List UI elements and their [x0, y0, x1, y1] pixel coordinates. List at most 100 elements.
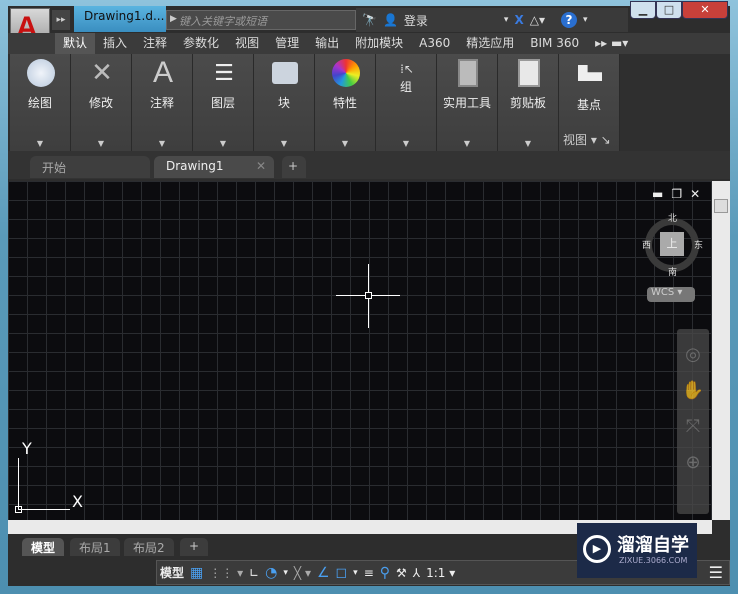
tab-featured-apps[interactable]: 精选应用	[458, 33, 522, 54]
user-icon: 👤	[382, 13, 398, 27]
login-dropdown-icon[interactable]: ▾	[504, 15, 509, 25]
object-snap-tracking-icon[interactable]: ∠	[317, 565, 330, 581]
help-dropdown-icon[interactable]: ▾	[583, 15, 588, 25]
ucs-x-axis	[18, 509, 70, 510]
panel-label: 组	[399, 80, 412, 94]
infocenter-toolbar: 🔭 👤 登录 ▾ X △▾ ? ▾	[356, 8, 628, 32]
close-button[interactable]: ✕	[682, 1, 728, 19]
panel-annotate[interactable]: A 注释 ▼	[132, 54, 193, 151]
tab-insert[interactable]: 插入	[95, 33, 135, 54]
tab-view[interactable]: 视图	[227, 33, 267, 54]
maximize-button[interactable]: □	[656, 1, 682, 19]
tab-default[interactable]: 默认	[55, 33, 96, 54]
object-snap-icon[interactable]: ◻	[336, 565, 348, 581]
compass-north[interactable]: 北	[668, 211, 677, 224]
panel-block[interactable]: 块 ▼	[254, 54, 315, 151]
customization-menu-icon[interactable]: ☰	[709, 563, 729, 582]
tab-a360[interactable]: A360	[411, 33, 458, 54]
chevron-down-icon[interactable]: ▼	[10, 139, 70, 148]
exchange-x-icon[interactable]: X	[514, 13, 523, 27]
tab-annotate[interactable]: 注释	[135, 33, 175, 54]
wcs-dropdown[interactable]: WCS ▾	[647, 287, 695, 302]
compass-east[interactable]: 东	[694, 238, 703, 251]
panel-label: 绘图	[27, 96, 52, 110]
search-input[interactable]: ▶ 键入关键字或短语	[166, 10, 356, 30]
a360-icon[interactable]: △▾	[530, 13, 545, 27]
watermark-url: ZIXUE.3066.COM	[619, 556, 688, 565]
annotation-scale-icon[interactable]: ⅄	[413, 566, 420, 580]
compass-south[interactable]: 南	[668, 265, 677, 278]
play-logo-icon: ▶	[583, 535, 611, 563]
help-icon[interactable]: ?	[560, 12, 577, 28]
new-layout-button[interactable]: +	[180, 538, 209, 556]
zoom-icon[interactable]: ⤧	[677, 409, 709, 445]
orbit-icon[interactable]: ⊕	[677, 445, 709, 481]
chevron-down-icon[interactable]: ▼	[376, 139, 436, 148]
more-tabs-icon[interactable]: ▸▸ ▬▾	[587, 33, 636, 54]
viewport-controls[interactable]: ▬❐✕	[652, 187, 708, 201]
panel-draw[interactable]: 绘图 ▼	[10, 54, 71, 151]
polar-tracking-icon[interactable]: ◔	[265, 565, 277, 581]
panel-properties[interactable]: 特性 ▼	[315, 54, 376, 151]
annotation-scale-dropdown[interactable]: 1:1 ▾	[426, 566, 455, 580]
annotation-visibility-icon[interactable]: ⚲	[380, 565, 390, 581]
panel-label: 注释	[149, 96, 174, 110]
document-title-tab[interactable]: Drawing1.d...	[74, 6, 166, 32]
tab-addins[interactable]: 附加模块	[347, 33, 411, 54]
layout-tab-layout1[interactable]: 布局1	[70, 538, 120, 556]
expand-arrow-icon: ▶	[170, 14, 177, 24]
tab-bim360[interactable]: BIM 360	[522, 33, 587, 54]
panel-clipboard[interactable]: 剪贴板 ▼	[498, 54, 559, 151]
viewcube-top-face[interactable]: 上	[660, 232, 684, 256]
tab-parametric[interactable]: 参数化	[175, 33, 227, 54]
chevron-down-icon[interactable]: ▼	[132, 139, 192, 148]
chevron-down-icon[interactable]: ▼	[498, 139, 558, 148]
panel-label: 块	[277, 96, 290, 110]
quick-access-expand-button[interactable]: ▸▸	[52, 10, 70, 30]
chevron-down-icon[interactable]: ▼	[437, 139, 497, 148]
ribbon-panels: 绘图 ▼ ✕ 修改 ▼ A 注释 ▼ ☰ 图层 ▼ 块 ▼ 特性 ▼ ⁞↖ 组 ▼ 实用工具 ▼ 剪贴板…	[8, 54, 730, 151]
close-tab-icon[interactable]: ✕	[256, 159, 266, 173]
chevron-down-icon[interactable]: ▼	[71, 139, 131, 148]
vertical-scrollbar[interactable]	[712, 181, 730, 520]
chevron-down-icon[interactable]: ▼	[315, 139, 375, 148]
panel-label: 基点	[576, 98, 601, 112]
panel-modify[interactable]: ✕ 修改 ▼	[71, 54, 132, 151]
chevron-down-icon[interactable]: ▼	[193, 139, 253, 148]
pickbox	[365, 292, 372, 299]
chevron-down-icon[interactable]: ▼	[254, 139, 314, 148]
scroll-thumb[interactable]	[714, 199, 728, 213]
search-placeholder: 键入关键字或短语	[179, 15, 267, 28]
panel-layers[interactable]: ☰ 图层 ▼	[193, 54, 254, 151]
compass-west[interactable]: 西	[642, 238, 651, 251]
pan-icon[interactable]: ✋	[677, 373, 709, 409]
view-panel-title[interactable]: 视图 ▾ ↘	[559, 131, 619, 148]
panel-view[interactable]: 基点视图 ▾ ↘	[559, 54, 620, 151]
layout-tab-model[interactable]: 模型	[22, 538, 65, 556]
snap-icon[interactable]: ⋮⋮ ▾	[209, 566, 243, 580]
layout-tab-layout2[interactable]: 布局2	[124, 538, 174, 556]
login-button[interactable]: 登录	[404, 12, 428, 29]
drawing-canvas[interactable]: Y X ▬❐✕ 上 北 南 东 西 WCS ▾ ◎ ✋ ⤧ ⊕	[8, 181, 712, 520]
draw-circle-icon	[26, 58, 56, 88]
panel-group[interactable]: ⁞↖ 组 ▼	[376, 54, 437, 151]
steering-wheel-icon[interactable]: ◎	[677, 337, 709, 373]
panel-label: 实用工具	[442, 96, 491, 110]
new-tab-button[interactable]: +	[282, 156, 306, 178]
lineweight-icon[interactable]: ≡	[364, 566, 374, 580]
model-space-button[interactable]: 模型	[160, 564, 184, 581]
base-point-icon	[575, 58, 605, 88]
grid-icon[interactable]: ▦	[190, 565, 203, 581]
tab-manage[interactable]: 管理	[267, 33, 307, 54]
minimize-button[interactable]: ▁	[630, 1, 656, 19]
ortho-icon[interactable]: ∟	[249, 566, 259, 580]
binoculars-icon[interactable]: 🔭	[362, 13, 377, 27]
file-tab-start[interactable]: 开始	[30, 156, 150, 178]
isodraft-icon[interactable]: ╳ ▾	[294, 566, 311, 580]
navigation-bar[interactable]: ◎ ✋ ⤧ ⊕	[677, 329, 709, 514]
auto-scale-icon[interactable]: ⚒	[396, 566, 407, 580]
panel-utilities[interactable]: 实用工具 ▼	[437, 54, 498, 151]
tab-output[interactable]: 输出	[307, 33, 347, 54]
file-tab-drawing1[interactable]: Drawing1 ✕	[154, 156, 274, 178]
ucs-y-axis	[18, 458, 19, 510]
